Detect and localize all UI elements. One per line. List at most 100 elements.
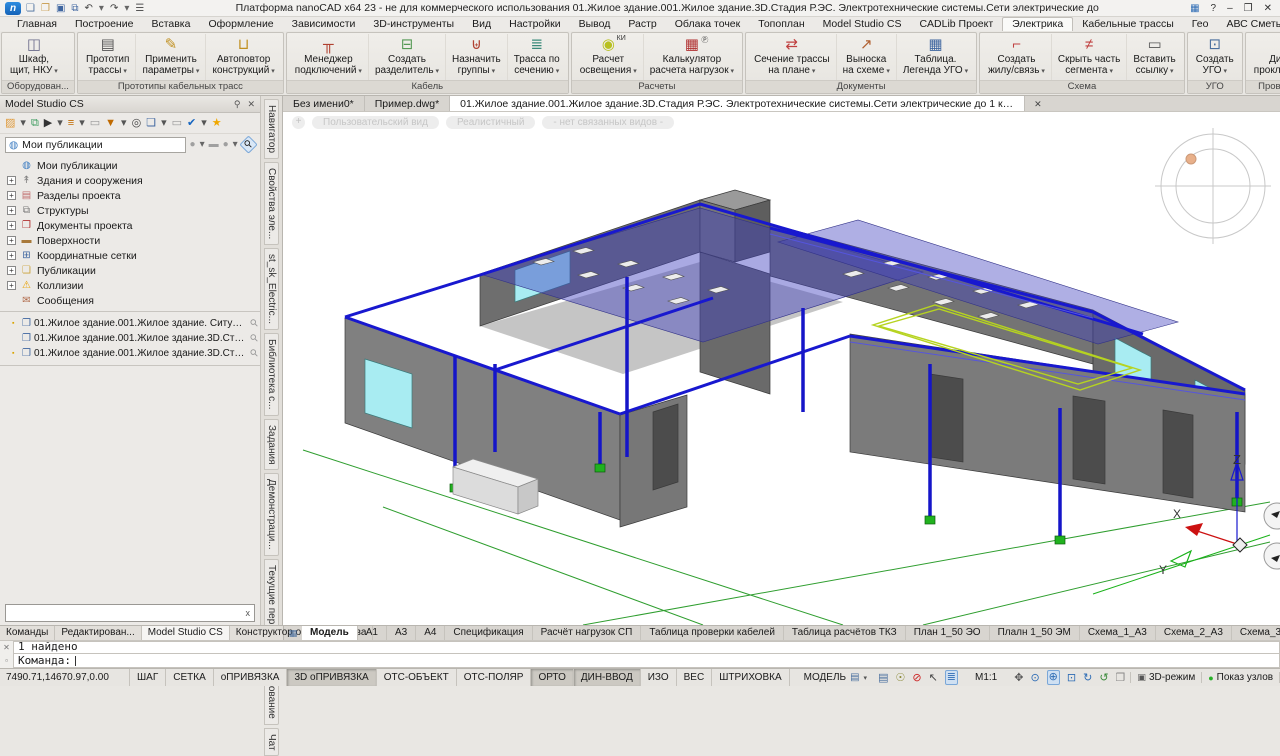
restore-button[interactable]: ❐ <box>1244 3 1253 14</box>
menu-tab[interactable]: Вид <box>463 17 500 31</box>
layout-tab[interactable]: Расчёт нагрузок СП <box>533 626 642 640</box>
panel-toolbar-icon[interactable]: ▭ <box>90 114 100 132</box>
panel-toolbar-icon[interactable]: ▾ <box>20 114 26 132</box>
panel-toolbar-icon[interactable]: ▨ <box>5 114 15 132</box>
clear-icon[interactable]: x <box>242 608 255 618</box>
ribbon-button[interactable]: ?Диагностика прокладки кабеля <box>1248 34 1280 80</box>
pin-icon[interactable]: ⚲ <box>234 99 241 110</box>
panel-toolbar-icon[interactable]: ▾ <box>57 114 63 132</box>
combo-tool-icon[interactable]: ▾ <box>233 139 238 150</box>
layout-tab[interactable]: А4 <box>416 626 445 640</box>
side-tab[interactable]: Демонстраци... <box>264 473 279 556</box>
status-tool-icon[interactable]: ☉ <box>895 670 905 686</box>
ribbon-button[interactable]: ▦Таблица. Легенда УГО <box>896 34 974 80</box>
menu-tab[interactable]: Кабельные трассы <box>1073 17 1183 31</box>
status-toggle[interactable]: 3D оПРИВЯЗКА <box>287 669 376 686</box>
view-overlay-pill[interactable]: - нет связанных видов - <box>542 116 674 129</box>
combo-tool-icon[interactable]: ● <box>190 139 196 150</box>
panel-toolbar-icon[interactable]: ▶ <box>44 114 52 132</box>
status-toggle[interactable]: ШАГ <box>130 669 166 686</box>
menu-tab[interactable]: 3D-инструменты <box>364 17 463 31</box>
panel-toolbar-icon[interactable]: ★ <box>212 114 222 132</box>
view-nav-icon[interactable]: ↻ <box>1083 670 1092 686</box>
status-tool-icon[interactable]: ⊘ <box>912 670 921 686</box>
close-button[interactable]: ✕ <box>1264 3 1272 14</box>
status-tool-icon[interactable]: ≣ <box>945 670 958 685</box>
side-tab[interactable]: Задания <box>264 419 279 471</box>
magnifier-icon[interactable]: ⚲ <box>248 317 261 330</box>
layout-tab[interactable]: Модель <box>302 626 358 640</box>
layout-tab[interactable]: Спецификация <box>445 626 532 640</box>
quick-access-icon[interactable]: ❏ <box>26 2 35 15</box>
menu-tab[interactable]: Электрика <box>1002 17 1073 31</box>
tree-item[interactable]: + ⚠ Коллизии <box>7 278 260 293</box>
status-tool-icon[interactable]: ▤ <box>878 670 888 686</box>
model-viewport[interactable]: + Пользовательский видРеалистичный- нет … <box>283 112 1280 625</box>
status-mode-toggle[interactable]: ▣ 3D-режим <box>1130 672 1201 683</box>
layout-tab[interactable]: А3 <box>387 626 416 640</box>
document-list-item[interactable]: ❐ 01.Жилое здание.001.Жилое здание.3D.Ст… <box>12 331 258 346</box>
expand-icon[interactable]: + <box>7 221 16 230</box>
quick-access-icon[interactable]: ↷ <box>110 2 118 15</box>
ribbon-button[interactable]: ✎Применить параметры <box>135 34 205 80</box>
status-toggle[interactable]: ШТРИХОВКА <box>712 669 789 686</box>
panel-tab[interactable]: Model Studio CS <box>142 626 230 640</box>
menu-tab[interactable]: Оформление <box>199 17 282 31</box>
expand-icon[interactable]: + <box>7 281 16 290</box>
expand-icon[interactable] <box>7 161 16 170</box>
menu-tab[interactable]: Вывод <box>570 17 620 31</box>
menu-tab[interactable]: Растр <box>619 17 665 31</box>
view-nav-icon[interactable]: ↺ <box>1099 670 1108 686</box>
panel-tab[interactable]: Команды <box>0 626 55 640</box>
combo-tool-icon[interactable]: ● <box>223 139 229 150</box>
layout-tab[interactable]: Плалн 1_50 ЭМ <box>990 626 1080 640</box>
layout-tab[interactable]: Таблица проверки кабелей <box>641 626 784 640</box>
tree-item[interactable]: + ❒ Документы проекта <box>7 218 260 233</box>
side-tab[interactable]: Навигатор <box>264 99 279 159</box>
view-overlay-pill[interactable]: Пользовательский вид <box>312 116 439 129</box>
tree-item[interactable]: + ▤ Разделы проекта <box>7 188 260 203</box>
expand-icon[interactable]: + <box>7 191 16 200</box>
menu-tab[interactable]: Настройки <box>500 17 570 31</box>
ribbon-button[interactable]: Ⓟ▦Калькулятор расчета нагрузок <box>643 34 740 80</box>
add-view-button[interactable]: + <box>292 116 305 129</box>
document-list-item[interactable]: ▪ ❐ 01.Жилое здание.001.Жилое здание.3D.… <box>12 346 258 361</box>
view-nav-icon[interactable]: ⊕ <box>1047 670 1060 685</box>
tree-item[interactable]: ◍ Мои публикации <box>7 158 260 173</box>
menu-tab[interactable]: Главная <box>8 17 66 31</box>
panel-toolbar-icon[interactable]: ▾ <box>121 114 127 132</box>
panel-close-icon[interactable]: ✕ <box>247 99 255 110</box>
status-toggle[interactable]: ОТС-ОБЪЕКТ <box>377 669 457 686</box>
panel-toolbar-icon[interactable]: ▾ <box>201 114 207 132</box>
view-nav-icon[interactable]: ⊡ <box>1067 670 1076 686</box>
layout-tab[interactable]: Схема_1_А3 <box>1080 626 1156 640</box>
view-nav-icon[interactable]: ⊙ <box>1030 670 1039 686</box>
layout-tab[interactable]: Таблица расчётов ТКЗ <box>784 626 906 640</box>
status-toggle[interactable]: ОТС-ПОЛЯР <box>457 669 532 686</box>
ribbon-button[interactable]: КИ◉Расчет освещения <box>574 34 643 80</box>
help-button[interactable]: ? <box>1211 3 1217 14</box>
layout-tab[interactable]: План 1_50 ЭО <box>906 626 990 640</box>
tree-item[interactable]: + ↟ Здания и сооружения <box>7 173 260 188</box>
tree-item[interactable]: + ❏ Публикации <box>7 263 260 278</box>
ribbon-button[interactable]: ╥Менеджер подключений <box>289 34 368 80</box>
quick-access-icon[interactable]: ⧉ <box>71 2 78 15</box>
document-tab-close-icon[interactable]: ✕ <box>1025 96 1051 111</box>
menu-tab[interactable]: Топоплан <box>749 17 813 31</box>
status-toggle[interactable]: оПРИВЯЗКА <box>214 669 288 686</box>
ribbon-button[interactable]: ◫Шкаф, щит, НКУ <box>4 34 64 80</box>
side-tab[interactable]: Свойства эле... <box>264 162 279 245</box>
status-mode-toggle[interactable]: ● Показ узлов <box>1201 672 1279 683</box>
view-compass[interactable] <box>1155 128 1271 244</box>
document-tab[interactable]: 01.Жилое здание.001.Жилое здание.3D.Стад… <box>450 96 1025 111</box>
panel-toolbar-icon[interactable]: ≡ <box>68 114 74 132</box>
panel-filter-input[interactable] <box>6 606 242 620</box>
layout-tab[interactable]: Схема_3_А4х6 <box>1232 626 1280 640</box>
3d-model-canvas[interactable]: Z X Y <box>283 112 1280 625</box>
status-toggle[interactable]: СЕТКА <box>166 669 214 686</box>
minimize-button[interactable]: – <box>1227 3 1233 14</box>
expand-icon[interactable] <box>7 296 16 305</box>
combo-tool-icon[interactable]: ▾ <box>200 139 205 150</box>
ribbon-button[interactable]: ⌐Создать жилу/связь <box>982 34 1051 80</box>
combo-tool-icon[interactable]: ▬ <box>209 139 219 150</box>
